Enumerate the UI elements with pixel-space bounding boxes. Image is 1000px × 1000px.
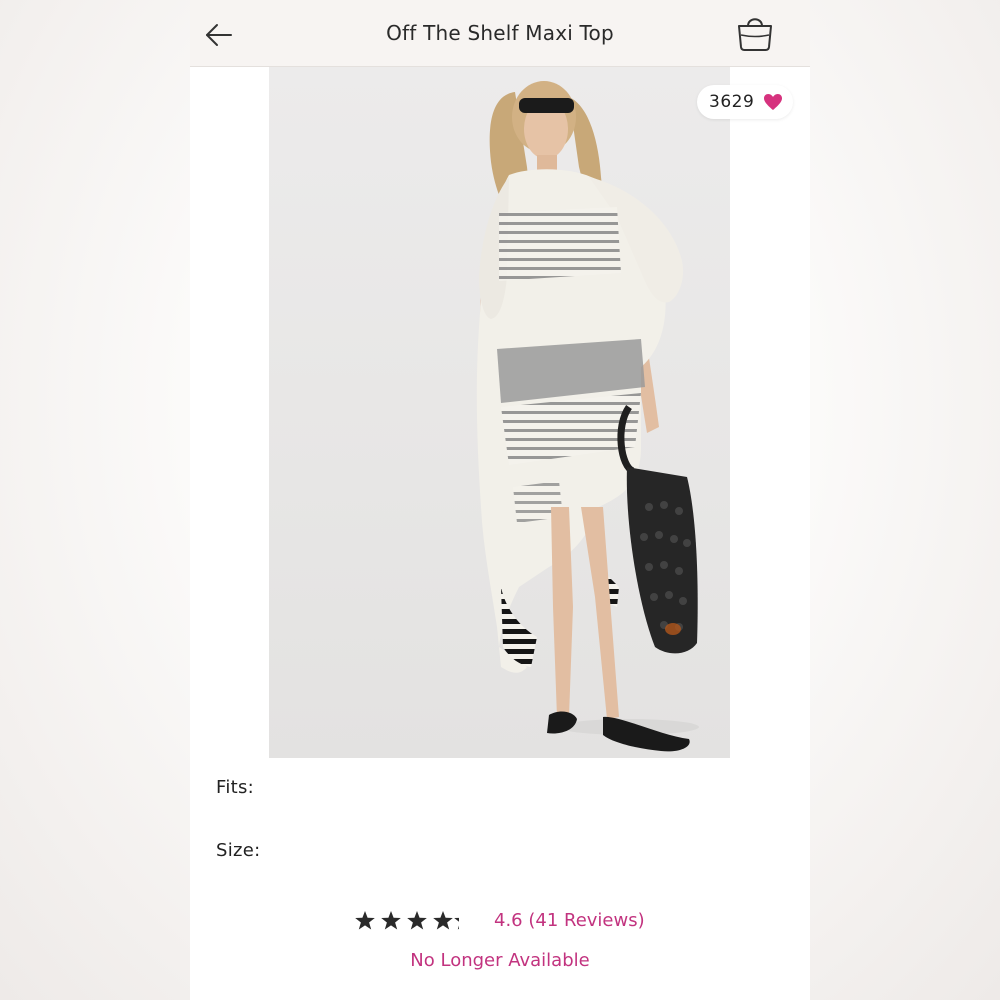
heart-icon [764, 94, 782, 110]
page-title: Off The Shelf Maxi Top [386, 21, 614, 45]
shopping-bag-button[interactable] [734, 13, 776, 53]
shopping-bag-icon [738, 18, 772, 51]
like-button[interactable]: 3629 [697, 85, 793, 119]
half-star-icon [454, 917, 459, 930]
like-count: 3629 [709, 92, 755, 112]
back-button[interactable] [202, 18, 236, 52]
app-screen: Off The Shelf Maxi Top 3629 Fits: Size: … [190, 0, 810, 1000]
arrow-left-icon [206, 24, 232, 46]
star-icon [381, 911, 401, 930]
product-image[interactable] [269, 67, 730, 758]
star-icon [407, 911, 427, 930]
star-rating-icon[interactable] [353, 908, 473, 934]
size-label: Size: [216, 840, 261, 861]
star-icon [433, 911, 453, 930]
product-photo-illustration [476, 81, 699, 752]
star-icon [355, 911, 375, 930]
rating-row: 4.6 (41 Reviews) [190, 904, 810, 938]
top-navigation-bar: Off The Shelf Maxi Top [190, 0, 810, 67]
reviews-link[interactable]: 4.6 (41 Reviews) [494, 904, 645, 938]
availability-status: No Longer Available [410, 950, 590, 971]
fits-label: Fits: [216, 777, 255, 798]
